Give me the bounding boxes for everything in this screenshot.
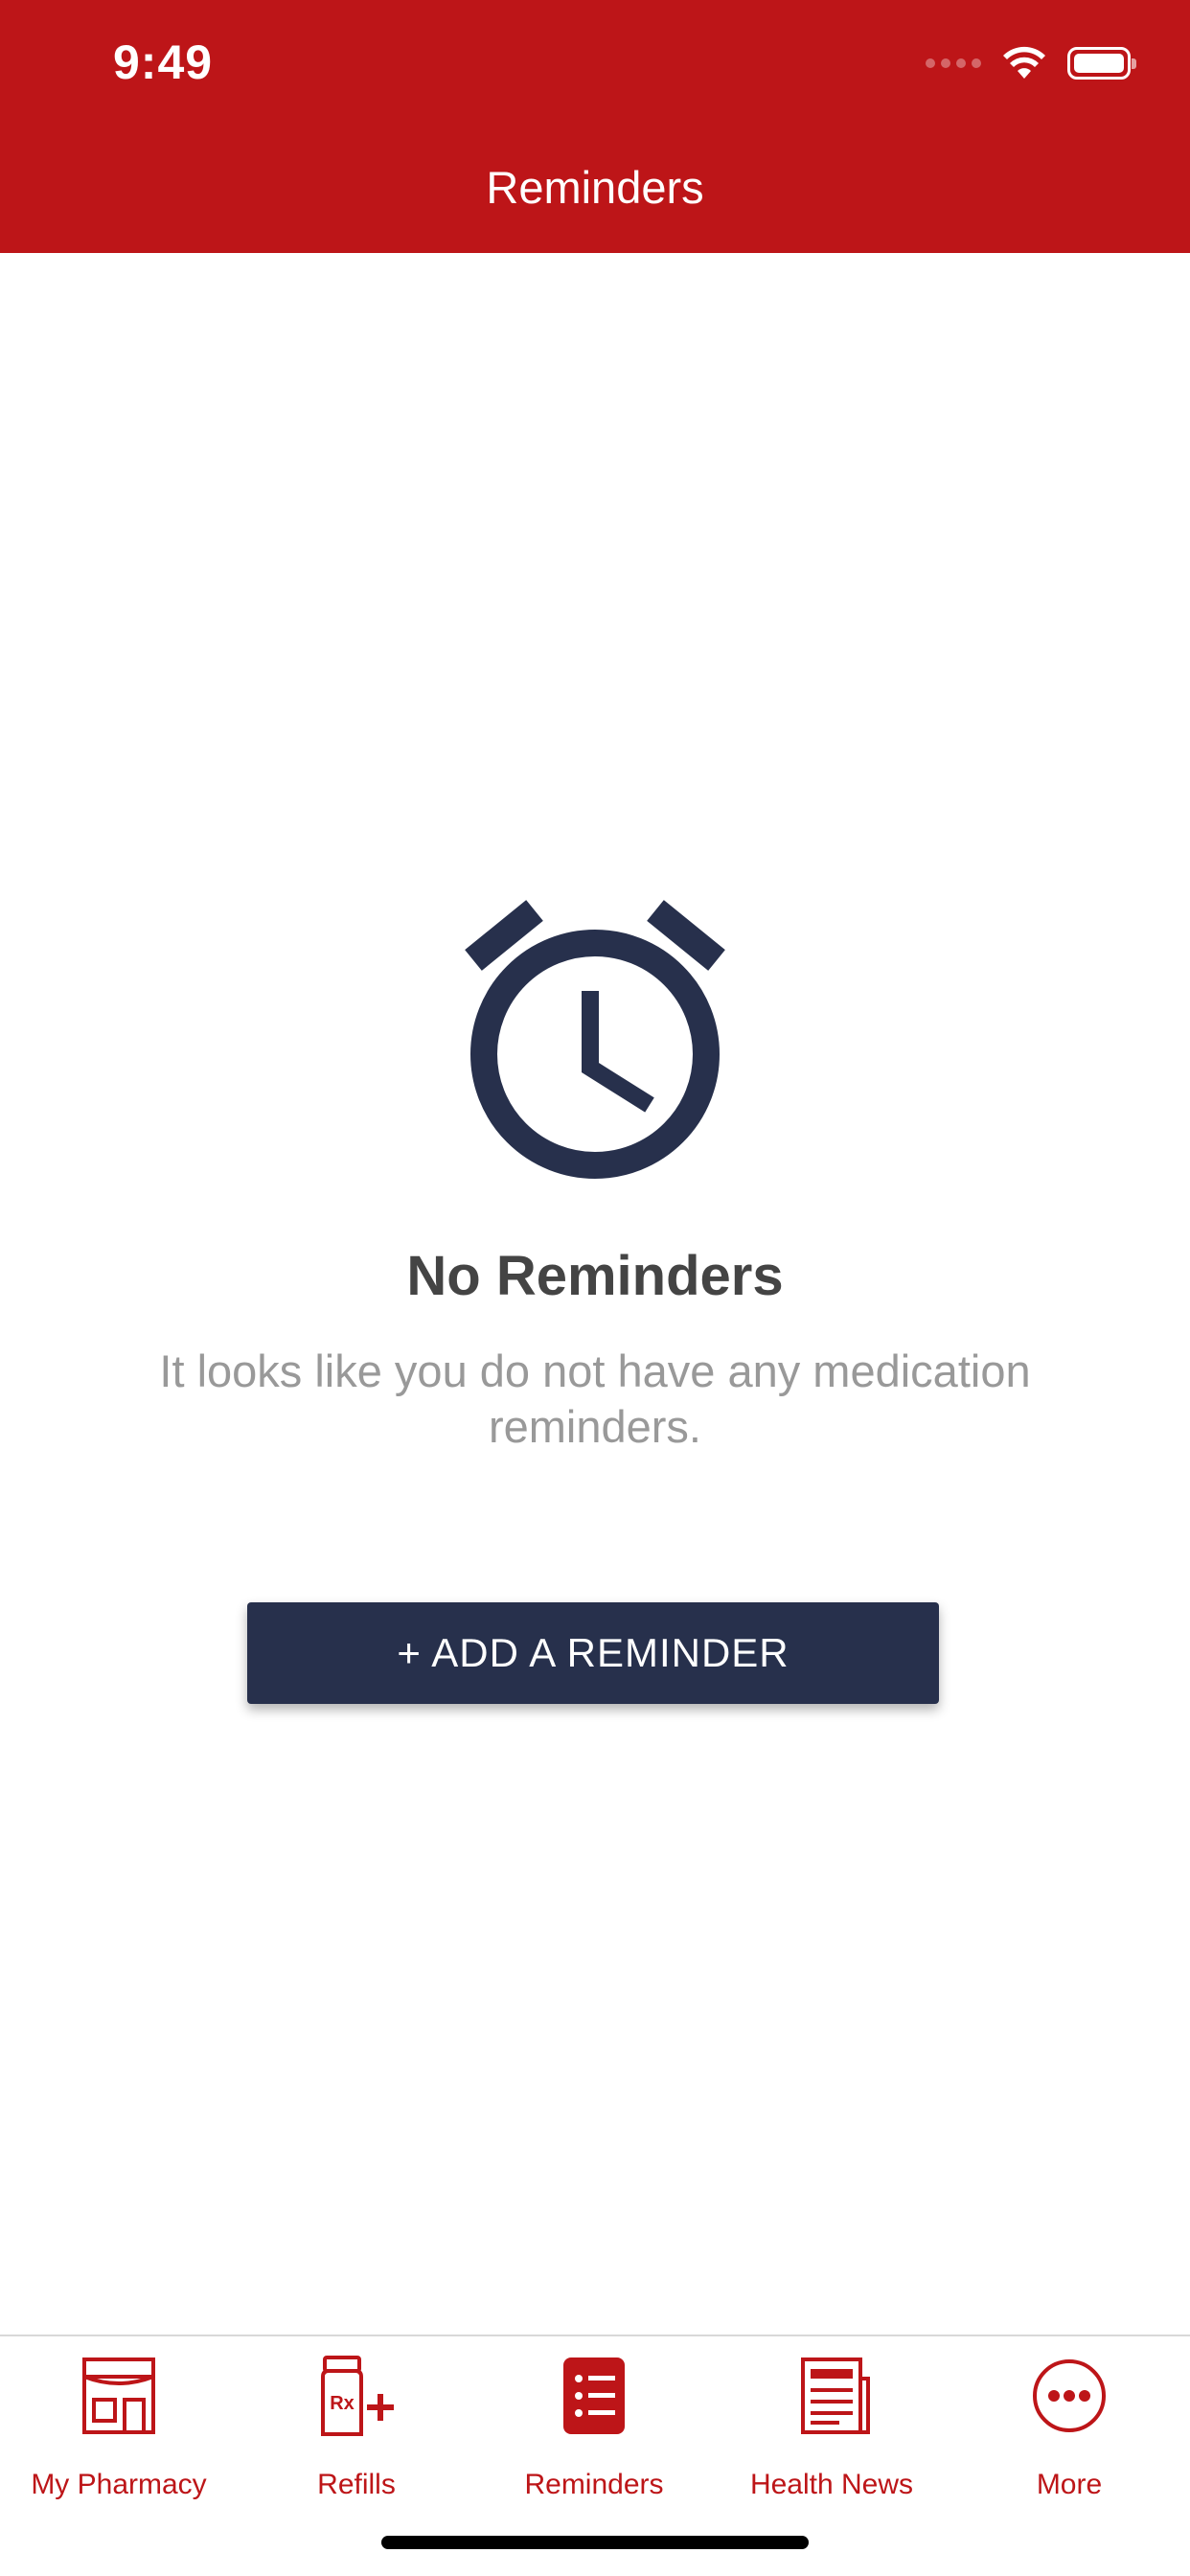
tab-more[interactable]: More — [950, 2350, 1188, 2522]
header-bar: 9:49 Reminders — [0, 0, 1190, 253]
reminders-screen: 9:49 Reminders No Reminders It looks lik… — [0, 0, 1190, 2576]
tab-my-pharmacy[interactable]: My Pharmacy — [0, 2350, 238, 2522]
battery-icon — [1067, 47, 1136, 80]
tab-label: My Pharmacy — [31, 2469, 207, 2500]
storefront-icon — [82, 2358, 155, 2434]
ellipsis-circle-icon — [1033, 2359, 1106, 2432]
tab-label: Refills — [317, 2469, 396, 2500]
status-time: 9:49 — [113, 35, 214, 89]
rx-bottle-plus-icon: Rx — [321, 2356, 394, 2436]
svg-text:Rx: Rx — [330, 2393, 355, 2414]
tab-label: Reminders — [524, 2469, 664, 2500]
tab-health-news[interactable]: Health News — [713, 2350, 950, 2522]
tab-label: Health News — [749, 2469, 914, 2500]
add-reminder-button[interactable]: + ADD A REMINDER — [247, 1602, 939, 1704]
empty-state-title: No Reminders — [406, 1245, 784, 1307]
alarm-clock-icon — [465, 900, 725, 1179]
tab-reminders[interactable]: Reminders — [475, 2350, 713, 2522]
status-indicators — [926, 42, 1136, 84]
tab-label: More — [1036, 2469, 1103, 2500]
tab-refills[interactable]: Rx Refills — [238, 2350, 475, 2522]
cellular-signal-icon — [926, 58, 981, 68]
list-icon — [563, 2358, 625, 2434]
home-indicator[interactable] — [381, 2536, 809, 2549]
wifi-icon — [1003, 46, 1045, 79]
page-title: Reminders — [486, 162, 704, 213]
newspaper-icon — [801, 2358, 870, 2434]
empty-state-description: It looks like you do not have any medica… — [159, 1346, 1031, 1452]
